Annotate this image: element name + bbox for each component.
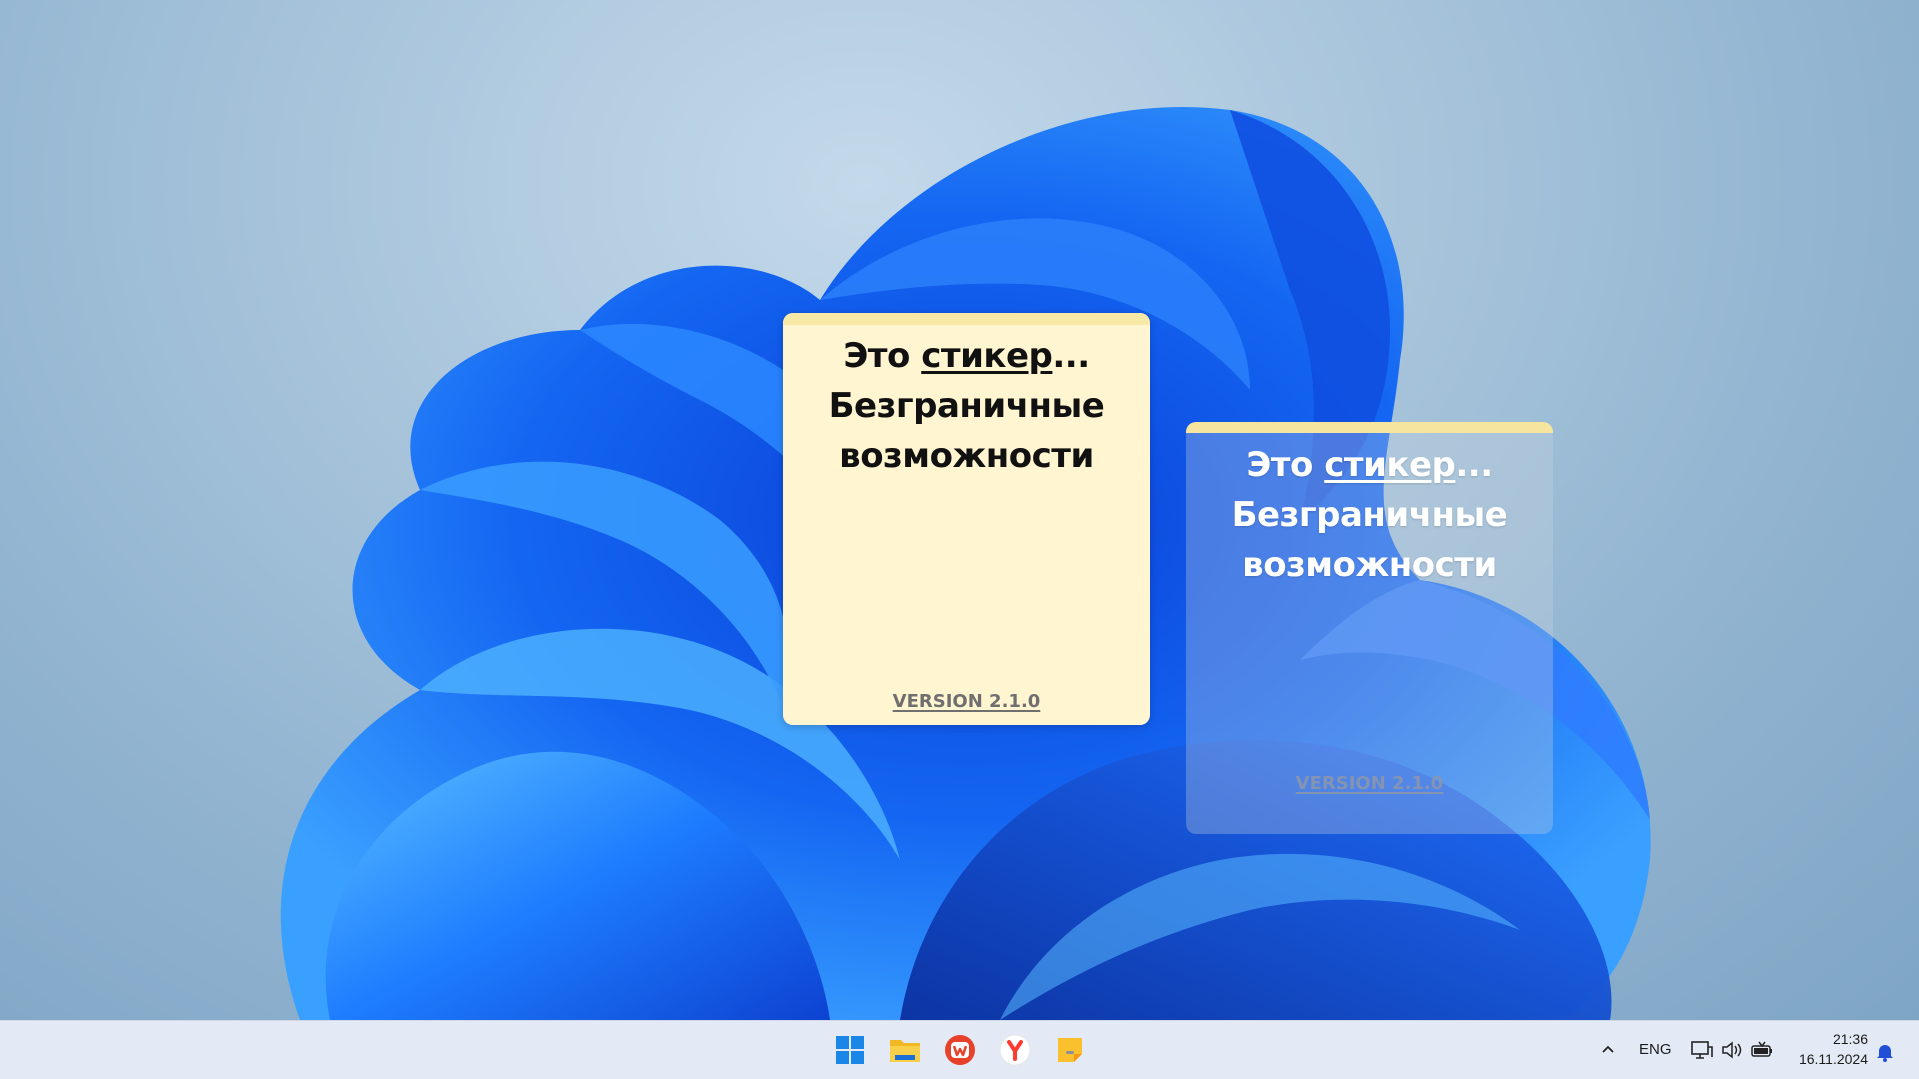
file-explorer-button[interactable] — [885, 1030, 925, 1070]
wps-office-icon — [945, 1035, 975, 1065]
clock-time[interactable]: 21:36 — [1818, 1031, 1868, 1047]
sticker-line-1: Это стикер... — [1186, 440, 1553, 490]
language-indicator[interactable]: ENG — [1639, 1041, 1672, 1058]
clock-date[interactable]: 16.11.2024 — [1790, 1051, 1868, 1067]
sticker-content[interactable]: Это стикер... Безграничные возможности — [1186, 440, 1553, 590]
sticker-content[interactable]: Это стикер... Безграничные возможности — [783, 331, 1150, 481]
sticker-link[interactable]: стикер — [921, 336, 1053, 376]
sticker-text-prefix: Это — [843, 336, 922, 376]
volume-icon[interactable] — [1720, 1039, 1742, 1061]
sticker-window-transparent[interactable]: Это стикер... Безграничные возможности V… — [1186, 422, 1553, 834]
battery-icon[interactable] — [1750, 1039, 1774, 1061]
start-button[interactable] — [830, 1030, 870, 1070]
sticker-window[interactable]: Это стикер... Безграничные возможности V… — [783, 313, 1150, 725]
sticker-line-2: Безграничные — [1231, 495, 1508, 535]
taskbar: ENG 21:36 16.11.2024 — [0, 1020, 1919, 1079]
sticker-text-prefix: Это — [1246, 445, 1325, 485]
sticker-text-suffix: ... — [1455, 445, 1493, 485]
version-link[interactable]: VERSION 2.1.0 — [1186, 773, 1553, 794]
chevron-up-icon[interactable] — [1598, 1039, 1618, 1059]
sticker-title-bar[interactable] — [783, 313, 1150, 325]
sticky-note-icon — [1058, 1038, 1082, 1062]
wps-office-button[interactable] — [940, 1030, 980, 1070]
network-icon[interactable] — [1690, 1039, 1714, 1061]
yandex-browser-icon — [999, 1034, 1031, 1066]
sticker-line-3: возможности — [839, 436, 1094, 476]
folder-icon — [890, 1040, 920, 1062]
sticker-title-bar[interactable] — [1186, 422, 1553, 433]
sticker-line-1: Это стикер... — [783, 331, 1150, 381]
sticky-notes-button[interactable] — [1050, 1030, 1090, 1070]
sticker-link[interactable]: стикер — [1324, 445, 1456, 485]
desktop: Это стикер... Безграничные возможности V… — [0, 0, 1919, 1020]
sticker-text-suffix: ... — [1052, 336, 1090, 376]
version-link[interactable]: VERSION 2.1.0 — [783, 691, 1150, 712]
sticker-line-3: возможности — [1242, 545, 1497, 585]
windows-logo-icon — [836, 1036, 864, 1064]
yandex-browser-button[interactable] — [995, 1030, 1035, 1070]
running-indicator — [1066, 1051, 1074, 1054]
notification-bell-icon[interactable] — [1875, 1041, 1895, 1063]
sticker-line-2: Безграничные — [828, 386, 1105, 426]
